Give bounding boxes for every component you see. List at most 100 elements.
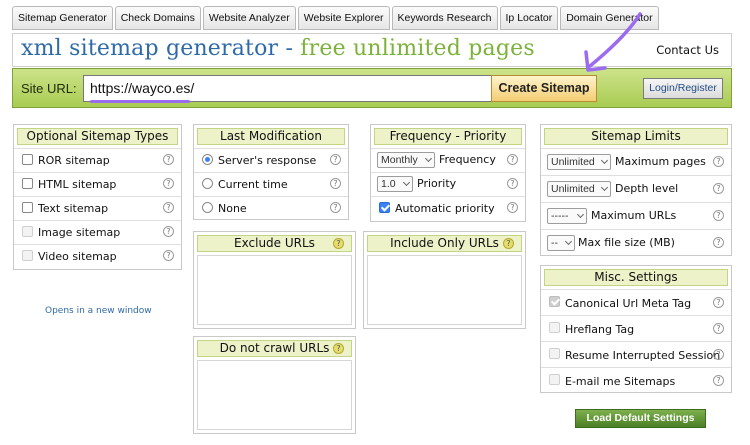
list-item: -- Max file size (MB) ?: [541, 229, 731, 256]
tab-domain-generator[interactable]: Domain Generator: [560, 6, 659, 30]
help-icon[interactable]: ?: [503, 238, 514, 249]
frequency-priority-panel: Frequency - Priority Monthly Frequency ?…: [370, 124, 526, 222]
maximum-urls-select[interactable]: -----: [547, 208, 587, 224]
chevron-down-icon: [600, 156, 609, 165]
help-icon[interactable]: ?: [713, 183, 724, 194]
list-item: Text sitemap?: [14, 196, 181, 220]
tab-sitemap-generator[interactable]: Sitemap Generator: [12, 6, 113, 30]
frequency-select[interactable]: Monthly: [377, 152, 435, 168]
tab-keywords-research[interactable]: Keywords Research: [391, 6, 498, 30]
automatic-priority-label: Automatic priority: [395, 202, 495, 215]
none-label: None: [218, 202, 247, 215]
text-sitemap-label: Text sitemap: [38, 202, 109, 215]
include-only-urls-panel: Include Only URLs?: [363, 231, 526, 329]
tab-website-analyzer[interactable]: Website Analyzer: [202, 6, 296, 30]
max-file-size-select[interactable]: --: [547, 235, 575, 251]
list-item: Unlimited Depth level ?: [541, 175, 731, 202]
html-sitemap-checkbox[interactable]: [22, 178, 33, 189]
list-item: Image sitemap?: [14, 220, 181, 244]
load-default-settings-button[interactable]: Load Default Settings: [575, 409, 706, 428]
help-icon[interactable]: ?: [713, 210, 724, 221]
help-icon[interactable]: ?: [713, 349, 724, 360]
help-icon[interactable]: ?: [163, 250, 174, 261]
list-item: 1.0 Priority ?: [371, 172, 525, 196]
misc-settings-panel: Misc. Settings Canonical Url Meta Tag? H…: [540, 265, 732, 393]
sitemap-limits-panel: Sitemap Limits Unlimited Maximum pages ?…: [540, 124, 732, 256]
last-modification-panel: Last Modification Server's response? Cur…: [193, 124, 349, 220]
canonical-url-checkbox[interactable]: [549, 296, 560, 307]
help-icon[interactable]: ?: [163, 154, 174, 165]
html-sitemap-label: HTML sitemap: [38, 178, 117, 191]
contact-us-link[interactable]: Contact Us: [656, 43, 719, 57]
misc-settings-title: Misc. Settings: [544, 269, 728, 286]
help-icon[interactable]: ?: [507, 178, 518, 189]
site-url-label: Site URL:: [21, 81, 77, 96]
priority-label: Priority: [417, 177, 457, 190]
site-url-input[interactable]: https://wayco.es/: [83, 75, 493, 102]
login-register-button[interactable]: Login/Register: [643, 78, 723, 99]
maximum-pages-select[interactable]: Unlimited: [547, 154, 611, 170]
exclude-urls-title: Exclude URLs?: [197, 235, 352, 252]
create-sitemap-button[interactable]: Create Sitemap: [491, 75, 597, 102]
exclude-urls-panel: Exclude URLs?: [193, 231, 356, 329]
include-only-urls-label: Include Only URLs: [390, 236, 499, 250]
hreflang-tag-label: Hreflang Tag: [565, 323, 635, 336]
resume-session-checkbox[interactable]: [549, 348, 560, 359]
current-time-radio[interactable]: [202, 178, 213, 189]
help-icon[interactable]: ?: [713, 323, 724, 334]
servers-response-label: Server's response: [218, 154, 317, 167]
top-nav: Sitemap Generator Check Domains Website …: [12, 6, 659, 30]
canonical-url-label: Canonical Url Meta Tag: [565, 297, 692, 310]
email-sitemaps-checkbox[interactable]: [549, 374, 560, 385]
help-icon[interactable]: ?: [333, 238, 344, 249]
help-icon[interactable]: ?: [163, 178, 174, 189]
list-item: ----- Maximum URLs ?: [541, 202, 731, 229]
help-icon[interactable]: ?: [713, 297, 724, 308]
list-item: Resume Interrupted Session?: [541, 341, 731, 367]
help-icon[interactable]: ?: [163, 226, 174, 237]
help-icon[interactable]: ?: [163, 202, 174, 213]
help-icon[interactable]: ?: [507, 154, 518, 165]
depth-level-select[interactable]: Unlimited: [547, 181, 611, 197]
help-icon[interactable]: ?: [713, 156, 724, 167]
title-bar: xml sitemap generator - free unlimited p…: [12, 33, 732, 67]
sitemap-limits-title: Sitemap Limits: [544, 128, 728, 145]
help-icon[interactable]: ?: [333, 343, 344, 354]
help-icon[interactable]: ?: [713, 237, 724, 248]
max-file-size-value: --: [551, 237, 558, 249]
tab-website-explorer[interactable]: Website Explorer: [297, 6, 390, 30]
priority-select[interactable]: 1.0: [377, 176, 413, 192]
none-radio[interactable]: [202, 202, 213, 213]
help-icon[interactable]: ?: [330, 202, 341, 213]
exclude-urls-textarea[interactable]: [197, 255, 352, 325]
maximum-urls-value: -----: [551, 210, 569, 222]
priority-value: 1.0: [381, 178, 396, 190]
list-item: Video sitemap?: [14, 244, 181, 268]
depth-level-label: Depth level: [615, 182, 679, 195]
video-sitemap-checkbox[interactable]: [22, 250, 33, 261]
hreflang-tag-checkbox[interactable]: [549, 322, 560, 333]
ror-sitemap-checkbox[interactable]: [22, 154, 33, 165]
help-icon[interactable]: ?: [330, 154, 341, 165]
list-item: Monthly Frequency ?: [371, 148, 525, 172]
list-item: Current time?: [194, 172, 348, 196]
include-only-urls-textarea[interactable]: [367, 255, 522, 325]
url-underline-annotation: [90, 100, 190, 103]
depth-level-value: Unlimited: [551, 183, 595, 195]
help-icon[interactable]: ?: [507, 202, 518, 213]
image-sitemap-label: Image sitemap: [38, 226, 121, 239]
list-item: Hreflang Tag?: [541, 315, 731, 341]
tab-check-domains[interactable]: Check Domains: [114, 6, 201, 30]
do-not-crawl-urls-textarea[interactable]: [197, 360, 352, 430]
text-sitemap-checkbox[interactable]: [22, 202, 33, 213]
tab-ip-locator[interactable]: Ip Locator: [499, 6, 559, 30]
help-icon[interactable]: ?: [713, 375, 724, 386]
opens-new-window-note: Opens in a new window: [45, 306, 152, 316]
help-icon[interactable]: ?: [330, 178, 341, 189]
resume-session-label: Resume Interrupted Session: [565, 349, 721, 362]
do-not-crawl-urls-title: Do not crawl URLs?: [197, 340, 352, 357]
automatic-priority-checkbox[interactable]: [379, 202, 390, 213]
image-sitemap-checkbox[interactable]: [22, 226, 33, 237]
list-item: Unlimited Maximum pages ?: [541, 148, 731, 175]
servers-response-radio[interactable]: [202, 154, 213, 165]
